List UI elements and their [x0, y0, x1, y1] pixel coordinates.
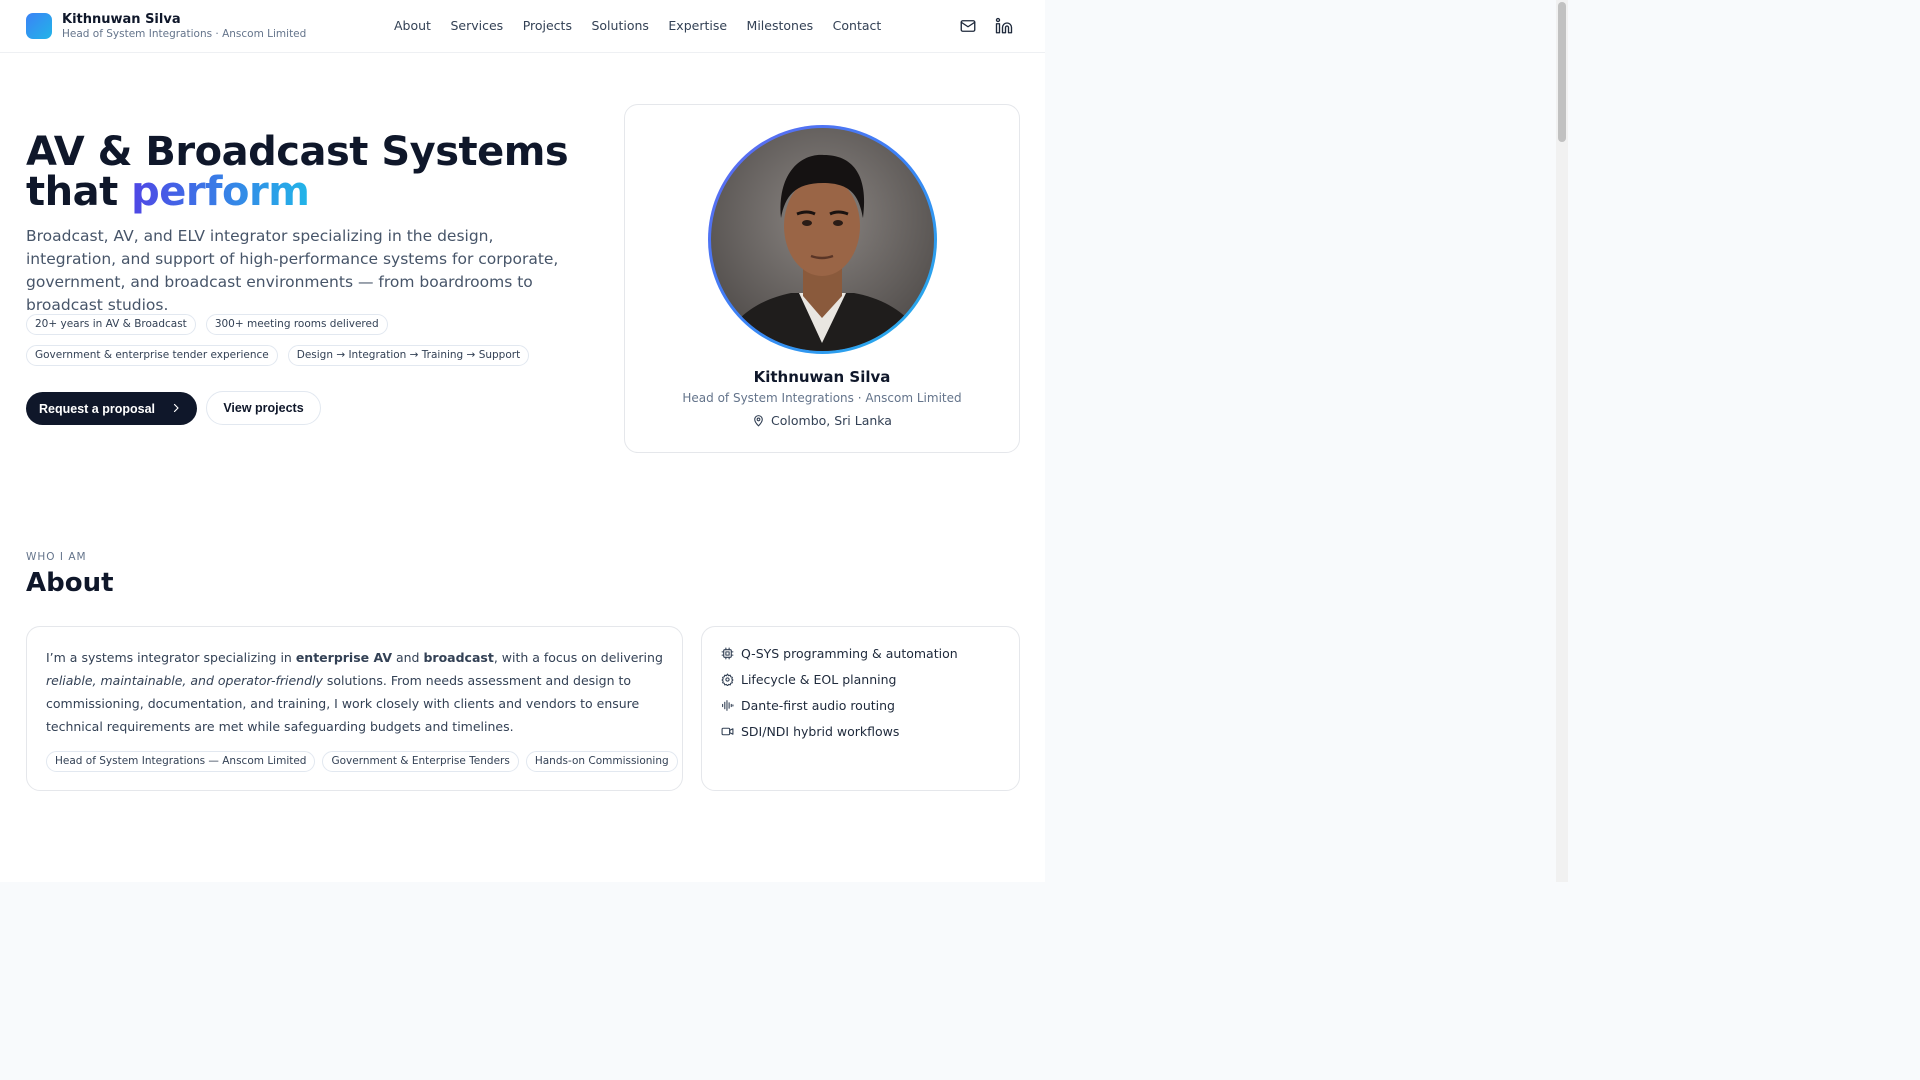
feature-item: Lifecycle & EOL planning	[721, 672, 896, 687]
brand-subtitle: Head of System Integrations · Anscom Lim…	[62, 28, 307, 40]
hero-chip: Design → Integration → Training → Suppor…	[287, 345, 530, 366]
site-header: Kithnuwan Silva Head of System Integrati…	[0, 0, 1045, 53]
map-pin-icon	[754, 415, 763, 427]
audio-wave-icon	[722, 700, 734, 711]
about-chip: Government & Enterprise Tenders	[322, 751, 519, 772]
feature-label: Dante-first audio routing	[741, 698, 895, 713]
profile-card: Kithnuwan Silva Head of System Integrati…	[624, 104, 1020, 453]
nav-expertise[interactable]: Expertise	[668, 18, 727, 33]
about-chip: Hands-on Commissioning	[525, 751, 678, 772]
hero-title-accent: perform	[131, 169, 310, 215]
hero-chip: Government & enterprise tender experienc…	[26, 345, 278, 366]
about-text-segment: , with a focus on delivering	[493, 650, 663, 665]
hero-description: Broadcast, AV, and ELV integrator specia…	[26, 227, 559, 314]
feature-item: SDI/NDI hybrid workflows	[721, 724, 899, 739]
about-chips: Head of System Integrations — Anscom Lim…	[46, 751, 678, 772]
about-text-bold: broadcast	[423, 650, 494, 665]
logo-icon[interactable]	[26, 13, 52, 39]
vertical-scrollbar[interactable]	[1556, 0, 1568, 882]
profile-location: Colombo, Sri Lanka	[625, 413, 1019, 428]
hero-chips-row-2: Government & enterprise tender experienc…	[26, 345, 530, 366]
scrollbar-thumb[interactable]	[1558, 2, 1566, 142]
nav-milestones[interactable]: Milestones	[747, 18, 814, 33]
hero-chips-row-1: 20+ years in AV & Broadcast 300+ meeting…	[26, 314, 388, 335]
request-proposal-button[interactable]: Request a proposal	[26, 392, 197, 425]
main-nav: About Services Projects Solutions Expert…	[394, 18, 901, 33]
about-chip: Head of System Integrations — Anscom Lim…	[46, 751, 316, 772]
nav-about[interactable]: About	[394, 18, 431, 33]
request-proposal-label: Request a proposal	[39, 401, 155, 416]
about-text-segment: I’m a systems integrator specializing in	[46, 650, 296, 665]
hero-chip: 20+ years in AV & Broadcast	[26, 314, 196, 335]
feature-item: Dante-first audio routing	[721, 698, 895, 713]
feature-label: Q-SYS programming & automation	[741, 646, 958, 661]
brand-name[interactable]: Kithnuwan Silva	[62, 12, 181, 27]
profile-name: Kithnuwan Silva	[753, 368, 891, 386]
nav-contact[interactable]: Contact	[833, 18, 882, 33]
about-eyebrow: WHO I AM	[26, 551, 87, 563]
profile-location-text: Colombo, Sri Lanka	[771, 413, 892, 428]
nav-solutions[interactable]: Solutions	[591, 18, 648, 33]
chevron-right-icon	[173, 403, 179, 413]
hero-title-prefix: that	[26, 169, 118, 215]
about-title: About	[26, 568, 114, 598]
about-card: I’m a systems integrator specializing in…	[26, 626, 683, 791]
about-text-segment: and	[392, 650, 424, 665]
page: Kithnuwan Silva Head of System Integrati…	[0, 0, 1045, 882]
hero-title: AV & Broadcast Systems that perform	[26, 132, 569, 215]
mail-icon[interactable]	[959, 17, 977, 35]
nav-services[interactable]: Services	[450, 18, 503, 33]
feature-item: Q-SYS programming & automation	[721, 646, 958, 661]
about-text-italic: reliable, maintainable, and operator-fri…	[46, 673, 323, 688]
gear-icon	[721, 673, 734, 686]
nav-projects[interactable]: Projects	[523, 18, 572, 33]
linkedin-icon[interactable]	[995, 17, 1013, 35]
chip-icon	[721, 647, 734, 660]
video-camera-icon	[721, 727, 734, 736]
features-card: Q-SYS programming & automation Lifecycle…	[701, 626, 1020, 791]
profile-photo	[708, 125, 937, 354]
profile-role: Head of System Integrations · Anscom Lim…	[682, 391, 962, 405]
feature-label: Lifecycle & EOL planning	[741, 672, 897, 687]
hero-chip: 300+ meeting rooms delivered	[205, 314, 388, 335]
about-text: I’m a systems integrator specializing in…	[46, 646, 666, 738]
feature-label: SDI/NDI hybrid workflows	[741, 724, 900, 739]
about-text-bold: enterprise AV	[295, 650, 392, 665]
view-projects-button[interactable]: View projects	[206, 391, 321, 425]
